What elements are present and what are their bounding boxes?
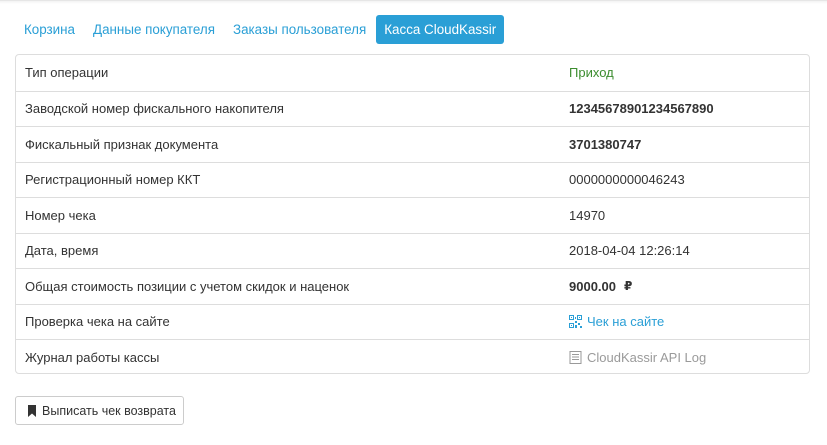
check-online-label: Проверка чека на сайте [25, 314, 170, 330]
kkt-reg-number-label: Регистрационный номер ККТ [25, 172, 201, 188]
fiscal-storage-number-label: Заводской номер фискального накопителя [25, 101, 284, 117]
tab-cloudkassir[interactable]: Касса CloudKassir [376, 15, 505, 44]
kassa-log-link[interactable]: CloudKassir API Log [569, 350, 706, 365]
receipt-number-label: Номер чека [25, 207, 96, 223]
list-icon [569, 350, 582, 364]
operation-type-label: Тип операции [25, 65, 109, 81]
tab-buyer-data[interactable]: Данные покупателя [85, 15, 223, 44]
table-row: Фискальный признак документа 3701380747 [16, 126, 809, 162]
table-row: Регистрационный номер ККТ 00000000000462… [16, 161, 809, 198]
total-value-cell: 9000.00 ₽ [569, 269, 632, 304]
fiscal-sign-value: 3701380747 [569, 136, 642, 152]
refund-receipt-button-label: Выписать чек возврата [42, 403, 176, 418]
table-row: Номер чека 14970 [16, 197, 809, 233]
table-row: Проверка чека на сайте Чек на сайте [16, 303, 809, 340]
bookmark-icon [27, 404, 37, 417]
fiscal-sign-label: Фискальный признак документа [25, 136, 219, 152]
operation-type-value: Приход [569, 65, 614, 81]
table-row: Заводской номер фискального накопителя 1… [16, 90, 809, 127]
table-row: Тип операции Приход [16, 55, 809, 91]
check-online-link[interactable]: Чек на сайте [569, 314, 664, 329]
table-row: Журнал работы кассы CloudKassir API Log [16, 339, 809, 373]
qrcode-icon [569, 315, 582, 329]
kassa-log-label: Журнал работы кассы [25, 349, 160, 365]
check-online-cell: Чек на сайте [569, 305, 664, 340]
refund-receipt-button[interactable]: Выписать чек возврата [15, 396, 184, 425]
datetime-label: Дата, время [25, 243, 99, 259]
datetime-value: 2018-04-04 12:26:14 [569, 243, 690, 259]
tab-user-orders[interactable]: Заказы пользователя [225, 15, 374, 44]
receipt-details-table: Тип операции Приход Заводской номер фиск… [15, 54, 810, 374]
fiscal-storage-number-value: 12345678901234567890 [569, 101, 714, 117]
tab-cart[interactable]: Корзина [16, 15, 83, 44]
ruble-sign: ₽ [624, 279, 633, 294]
kassa-log-cell: CloudKassir API Log [569, 340, 706, 373]
table-row: Общая стоимость позиции с учетом скидок … [16, 268, 809, 304]
kkt-reg-number-value: 0000000000046243 [569, 172, 685, 188]
check-online-link-text: Чек на сайте [587, 314, 665, 330]
total-label: Общая стоимость позиции с учетом скидок … [25, 278, 350, 294]
total-amount: 9000.00 [569, 278, 616, 294]
table-row: Дата, время 2018-04-04 12:26:14 [16, 232, 809, 269]
top-shadow [0, 1, 827, 4]
receipt-number-value: 14970 [569, 207, 606, 223]
tab-bar: Корзина Данные покупателя Заказы пользов… [16, 15, 506, 44]
kassa-log-link-text: CloudKassir API Log [587, 349, 707, 365]
